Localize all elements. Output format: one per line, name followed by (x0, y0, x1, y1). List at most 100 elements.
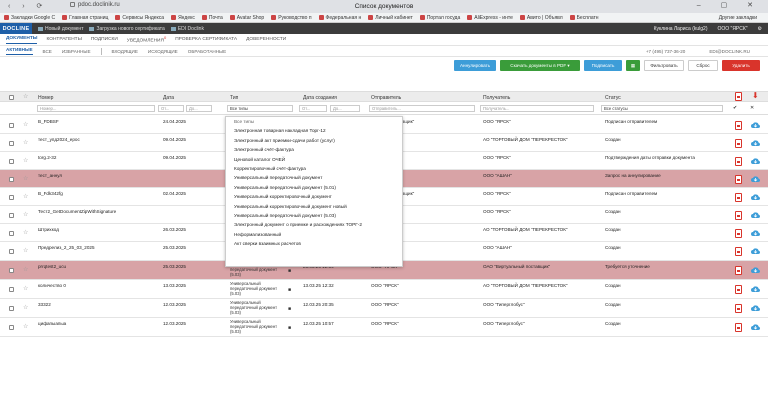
dropdown-option[interactable]: Универсальный корректировочный документ (226, 192, 402, 201)
window-controls[interactable]: – ▢ ✕ (697, 1, 762, 9)
main-tab[interactable]: Подписки (91, 37, 118, 42)
star-icon[interactable]: ☆ (23, 139, 28, 146)
table-row[interactable]: ☆ 33322 12.03.2025 Универсальный передаточн… (0, 299, 768, 318)
row-checkbox[interactable] (9, 212, 14, 218)
status-filter[interactable]: Все статусы (601, 105, 723, 112)
col-date[interactable]: Дата (163, 95, 174, 101)
app-tab-new-doc[interactable]: Новый документ (38, 26, 83, 32)
col-number[interactable]: Номер (38, 95, 53, 101)
cloud-download-icon[interactable] (751, 122, 760, 129)
col-created[interactable]: Дата создания (303, 95, 337, 101)
dropdown-option[interactable]: Универсальный корректировочный документ … (226, 202, 402, 211)
pdf-icon[interactable] (735, 174, 742, 184)
delete-button[interactable]: Удалить (722, 60, 760, 71)
bookmark-item[interactable]: Руководство п (271, 15, 312, 21)
dropdown-option[interactable]: Универсальный передаточный документ (5.0… (226, 211, 402, 220)
row-checkbox[interactable] (9, 249, 14, 254)
cloud-download-icon[interactable] (751, 230, 760, 237)
dropdown-option[interactable]: Электронный акт приемки-сдачи работ (усл… (226, 136, 402, 145)
subtab-outgoing[interactable]: Исходящие (148, 49, 178, 54)
folder-icon[interactable]: ■ (288, 268, 291, 274)
download-pdf-button[interactable]: Скачать документы в PDF ▾ (500, 60, 580, 71)
table-row[interactable]: ☆ цифапыапыа 12.03.2025 Универсальный перед… (0, 318, 768, 337)
cloud-download-icon[interactable] (751, 158, 760, 165)
excel-button[interactable]: ▦ (626, 60, 640, 71)
doc-number[interactable]: В_FDBSF (38, 119, 59, 125)
doc-number[interactable]: количество 0 (38, 283, 66, 289)
row-checkbox[interactable] (9, 176, 14, 182)
col-status[interactable]: Статус (605, 95, 621, 101)
sender-filter[interactable]: Отправитель... (369, 105, 475, 112)
dropdown-option[interactable]: Универсальный передаточный документ (226, 173, 402, 182)
bookmark-item[interactable]: Яндекс (171, 15, 195, 21)
pdf-icon[interactable] (735, 192, 742, 202)
created-to-filter[interactable]: До... (330, 105, 360, 112)
row-checkbox[interactable] (9, 122, 14, 128)
dropdown-option[interactable]: Акт сверки взаимных расчетов (226, 239, 402, 248)
select-all-checkbox[interactable] (9, 95, 14, 100)
pdf-icon[interactable] (735, 156, 742, 166)
doc-number[interactable]: 33322 (38, 302, 51, 308)
row-checkbox[interactable] (9, 268, 14, 273)
org-selector[interactable]: ООО "ЯРСК" (717, 26, 747, 32)
pdf-icon[interactable] (735, 228, 742, 238)
dropdown-option[interactable]: Неформализованный (226, 230, 402, 239)
number-filter[interactable]: Номер... (37, 105, 155, 112)
main-tab[interactable]: Проверка сертификата (175, 37, 237, 42)
row-checkbox[interactable] (9, 158, 14, 164)
col-sender[interactable]: Отправитель (371, 95, 401, 101)
main-tab[interactable]: Доверенности (246, 37, 286, 42)
doc-number[interactable]: В_Fdk342fg (38, 191, 63, 197)
filter-button[interactable]: Фильтровать (644, 60, 684, 71)
cloud-download-icon[interactable] (751, 267, 760, 274)
star-icon[interactable]: ☆ (23, 211, 28, 218)
checkmark-icon[interactable]: ✔ (733, 105, 737, 111)
row-checkbox[interactable] (9, 140, 14, 146)
dropdown-option[interactable]: Электронный документ о приемке и расхожд… (226, 220, 402, 229)
pdf-icon[interactable] (735, 323, 742, 332)
bookmark-item[interactable]: Закладки Google C (4, 15, 55, 21)
doc-number[interactable]: Штрихкод (38, 227, 59, 233)
pdf-icon[interactable] (735, 210, 742, 220)
dropdown-option[interactable]: Электронный счёт-фактура (226, 145, 402, 154)
star-icon[interactable]: ☆ (23, 229, 28, 236)
bookmark-item[interactable]: Avatar Shop (229, 15, 264, 21)
subtab-all[interactable]: Все (43, 49, 52, 54)
app-tab-upload-cert[interactable]: Загрузка нового сертификата (89, 26, 165, 32)
app-logo[interactable]: DOCLINE (0, 23, 32, 34)
annul-button[interactable]: Аннулировать (454, 60, 496, 71)
star-icon[interactable]: ☆ (23, 266, 28, 273)
dropdown-option[interactable]: Корректировочный счёт-фактура (226, 164, 402, 173)
doc-number[interactable]: тест_аннул (38, 173, 62, 179)
settings-icon[interactable]: ⚙ (758, 26, 762, 32)
date-from-filter[interactable]: От... (158, 105, 184, 112)
folder-icon[interactable]: ■ (288, 287, 291, 293)
cloud-download-icon[interactable] (751, 324, 760, 331)
bookmark-item[interactable]: Почта (201, 15, 223, 21)
folder-icon[interactable]: ■ (288, 325, 291, 331)
clear-icon[interactable]: ✕ (750, 105, 754, 111)
cloud-download-icon[interactable] (751, 140, 760, 147)
date-to-filter[interactable]: До... (186, 105, 212, 112)
col-type[interactable]: Тип (230, 95, 238, 101)
star-icon[interactable]: ☆ (23, 247, 28, 254)
pdf-icon[interactable] (735, 266, 742, 275)
row-checkbox[interactable] (9, 306, 14, 311)
cloud-download-icon[interactable] (751, 305, 760, 312)
star-icon[interactable]: ☆ (23, 157, 28, 164)
subtab-incoming[interactable]: Входящие (112, 49, 138, 54)
reset-button[interactable]: Сброс (688, 60, 718, 71)
doc-number[interactable]: Тест2_GetDocumentZipWithSignature (38, 209, 116, 215)
row-checkbox[interactable] (9, 325, 14, 330)
dropdown-option[interactable]: Универсальный передаточный документ (5.0… (226, 183, 402, 192)
bookmark-item[interactable]: AliExpress - инте (467, 15, 513, 21)
doc-number[interactable]: prrqtest2_ucu (38, 264, 66, 270)
row-checkbox[interactable] (9, 230, 14, 236)
bookmark-item[interactable]: Сервисы Яндекса (115, 15, 164, 21)
doc-number[interactable]: цифапыапыа (38, 321, 66, 327)
main-tab[interactable]: Документы (6, 36, 38, 44)
star-icon[interactable]: ☆ (23, 304, 28, 311)
bookmark-item[interactable]: Авито | Объявл (519, 15, 563, 21)
row-checkbox[interactable] (9, 194, 14, 200)
email-link[interactable]: edi@doclink.ru (709, 49, 750, 54)
